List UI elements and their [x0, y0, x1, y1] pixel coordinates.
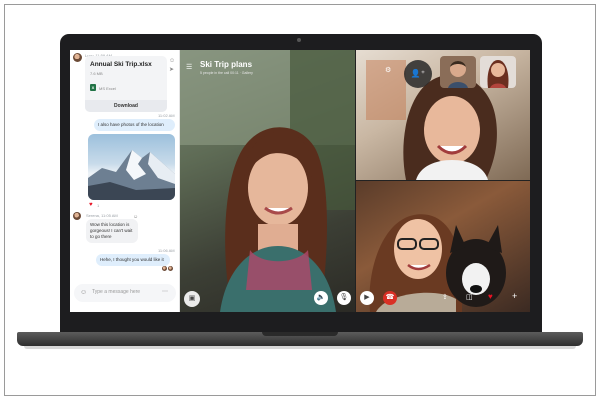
self-view-woman — [487, 60, 509, 88]
mute-button[interactable]: 🎙 — [337, 291, 351, 305]
laptop-screen: Lucy, 11:59 AM Annual Ski Trip.xlsx 7.6 … — [70, 50, 530, 312]
file-type: MS Excel — [99, 86, 116, 91]
read-receipt-avatar — [162, 266, 167, 271]
participant-portrait-woman-dog — [369, 214, 506, 312]
end-call-icon: ☎ — [385, 294, 395, 301]
speaker-icon: 🔈 — [316, 294, 326, 301]
speaker-button[interactable]: 🔈 — [314, 291, 328, 305]
more-options-icon[interactable]: ⋯ — [162, 289, 168, 295]
message-bubble-outgoing: I also have photos of the location — [94, 119, 175, 131]
smiley-icon[interactable]: ☺ — [169, 58, 175, 64]
smiley-icon[interactable]: ☺ — [133, 215, 138, 220]
mic-icon: 🎙 — [339, 294, 349, 301]
message-composer[interactable]: ☺ Type a message here ⋯ — [74, 284, 176, 302]
download-button[interactable]: Download — [85, 100, 167, 112]
file-size: 7.6 MB — [90, 71, 103, 76]
forward-icon[interactable]: ➤ — [169, 67, 174, 73]
chat-toggle-button[interactable]: ▣ — [184, 291, 200, 307]
video-tile-participant-with-dog — [356, 181, 530, 312]
mountain-image — [88, 150, 175, 200]
add-person-icon: 👤⁺ — [410, 69, 426, 78]
file-attachment-card[interactable]: Annual Ski Trip.xlsx 7.6 MB X MS Excel D… — [85, 56, 167, 112]
share-screen-icon[interactable]: ⇪ — [442, 294, 448, 301]
participant-portrait-woman — [180, 50, 355, 312]
call-title: Ski Trip plans — [200, 60, 253, 69]
message-bubble-outgoing: Hehe, I thought you would like it — [96, 254, 170, 266]
avatar-serena[interactable] — [73, 212, 81, 220]
reaction-count: 1 — [97, 203, 100, 208]
hamburger-icon[interactable]: ☰ — [186, 64, 192, 71]
self-view-thumbnail[interactable] — [480, 56, 516, 88]
file-name: Annual Ski Trip.xlsx — [90, 61, 152, 68]
excel-icon: X — [90, 84, 96, 91]
message-bubble-incoming: Wow this location is gorgeous! I can't w… — [86, 219, 138, 243]
shared-photo-mountain[interactable] — [88, 134, 175, 200]
composer-placeholder: Type a message here — [92, 289, 141, 295]
read-receipt-avatar — [168, 266, 173, 271]
participant-thumbnail[interactable] — [440, 56, 476, 88]
video-icon: ▶ — [364, 294, 370, 301]
emoji-icon[interactable]: ☺ — [80, 289, 87, 296]
video-button[interactable]: ▶ — [360, 291, 374, 305]
gear-icon[interactable]: ⚙ — [385, 67, 391, 74]
add-icon[interactable]: + — [512, 292, 517, 301]
chat-icon: ▣ — [188, 295, 196, 302]
heart-icon[interactable]: ♥ — [488, 293, 493, 301]
laptop-notch — [262, 332, 338, 336]
webcam-dot — [297, 38, 301, 42]
message-time: 11:06 AM — [158, 248, 175, 253]
laptop-shadow — [24, 346, 576, 349]
main-video-participant — [180, 50, 355, 312]
camera-switch-icon[interactable]: ◫ — [466, 294, 473, 301]
heart-reaction-icon[interactable]: ♥ — [89, 202, 93, 208]
message-time: 11:02 AM — [158, 113, 175, 118]
avatar-lucy[interactable] — [73, 53, 82, 62]
participant-thumb-man — [448, 61, 468, 88]
message-meta: Serena, 11:05 AM — [86, 213, 118, 218]
chat-panel: Lucy, 11:59 AM Annual Ski Trip.xlsx 7.6 … — [70, 50, 180, 312]
end-call-button[interactable]: ☎ — [383, 291, 397, 305]
add-person-button[interactable]: 👤⁺ — [404, 60, 432, 88]
call-subtitle: 5 people in the call 00:11 · Gallery — [200, 71, 253, 75]
